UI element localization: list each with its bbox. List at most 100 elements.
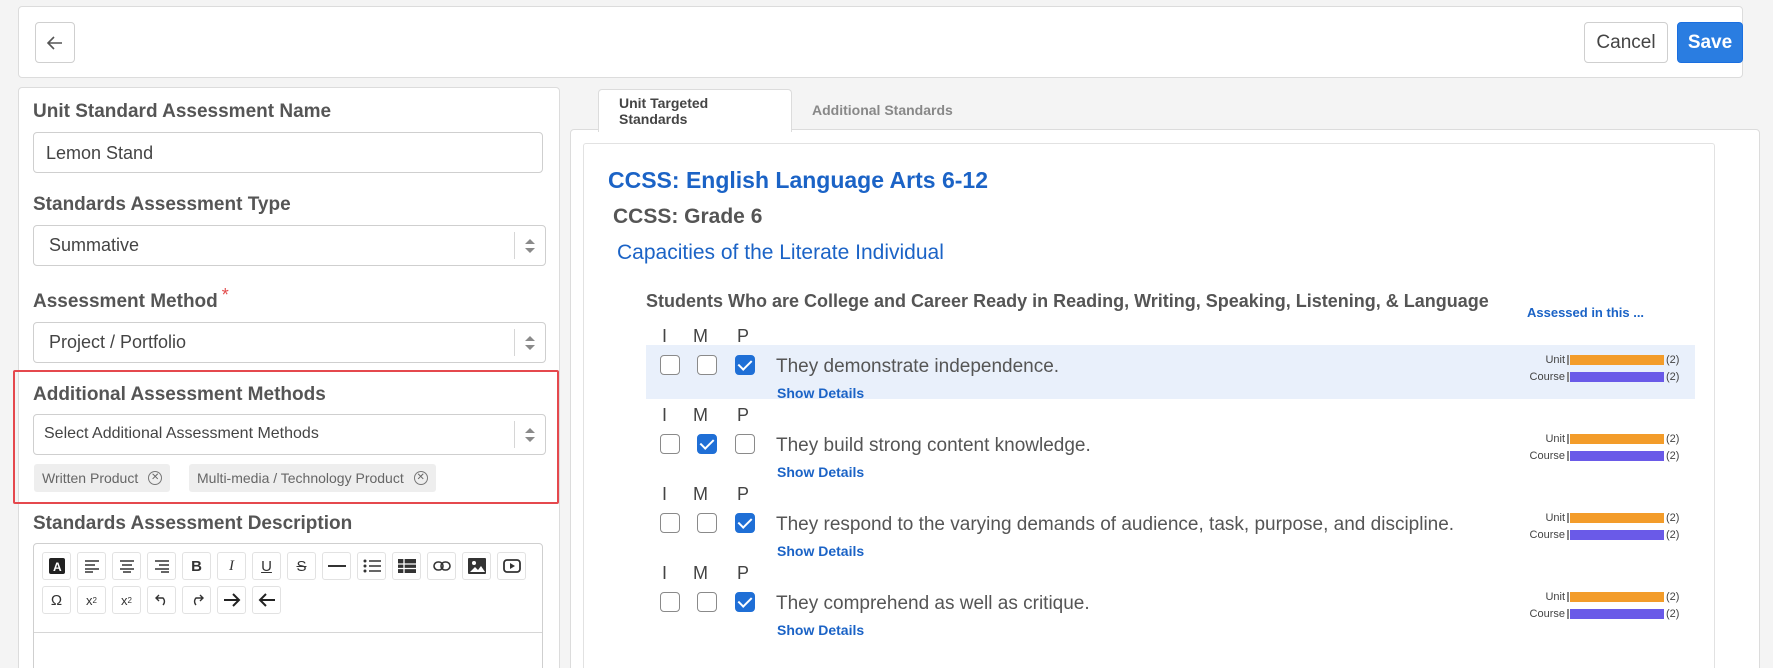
tab-unit-targeted-standards[interactable]: Unit Targeted Standards	[598, 89, 792, 132]
imp-label: M	[693, 326, 708, 346]
horizontal-rule-icon[interactable]	[322, 552, 351, 580]
bar-axis	[1567, 434, 1569, 444]
additional-methods-select[interactable]: Select Additional Assessment Methods	[33, 414, 546, 455]
align-right-icon[interactable]	[147, 552, 176, 580]
text-color-icon[interactable]: A	[42, 552, 71, 580]
grade-heading: CCSS: Grade 6	[613, 205, 763, 228]
show-details-link[interactable]: Show Details	[777, 622, 864, 638]
practiced-checkbox[interactable]	[735, 592, 755, 612]
description-editor[interactable]: A B I U S Ω x2 x2	[33, 543, 543, 668]
chip-label: Multi-media / Technology Product	[197, 470, 404, 486]
course-bar	[1570, 530, 1664, 540]
imp-label: M	[693, 563, 708, 583]
name-label: Unit Standard Assessment Name	[33, 101, 332, 122]
mastered-checkbox[interactable]	[697, 513, 717, 533]
imp-label: P	[737, 484, 750, 504]
imp-label: I	[662, 405, 668, 425]
introduced-checkbox[interactable]	[660, 434, 680, 454]
course-bar-label: Course	[1529, 450, 1565, 462]
select-arrows-icon	[525, 428, 535, 442]
standard-text: They build strong content knowledge.	[776, 435, 1091, 456]
chip-remove-icon[interactable]: ✕	[413, 471, 428, 485]
imp-label: P	[737, 405, 750, 425]
bar-axis	[1567, 372, 1569, 382]
assessed-in-dropdown[interactable]: Assessed in this ...	[1527, 305, 1644, 320]
standard-text: They respond to the varying demands of a…	[776, 514, 1455, 535]
course-bar-label: Course	[1529, 608, 1565, 620]
imp-label: I	[662, 563, 668, 583]
show-details-link[interactable]: Show Details	[777, 385, 864, 401]
introduced-checkbox[interactable]	[660, 513, 680, 533]
svg-text:A: A	[53, 560, 62, 574]
save-button[interactable]: Save	[1677, 22, 1743, 63]
redo-icon[interactable]	[182, 586, 211, 614]
superscript-icon[interactable]: x2	[112, 586, 141, 614]
unit-bar	[1570, 592, 1664, 602]
bar-axis	[1567, 530, 1569, 540]
select-divider	[514, 232, 515, 259]
assessment-name-input[interactable]: Lemon Stand	[33, 132, 543, 173]
table-icon[interactable]	[392, 552, 421, 580]
select-divider	[514, 421, 515, 448]
mastered-checkbox[interactable]	[697, 355, 717, 375]
cancel-button[interactable]: Cancel	[1584, 22, 1668, 63]
image-icon[interactable]	[462, 552, 491, 580]
required-marker: *	[221, 285, 229, 305]
description-label: Standards Assessment Description	[33, 513, 353, 534]
bar-axis	[1567, 592, 1569, 602]
bullet-list-icon[interactable]	[357, 552, 386, 580]
video-icon[interactable]	[497, 552, 526, 580]
course-count: (2)	[1666, 450, 1680, 462]
strikethrough-icon[interactable]: S	[287, 552, 316, 580]
mastered-checkbox[interactable]	[697, 592, 717, 612]
assessment-type-value: Summative	[49, 235, 140, 255]
mastered-checkbox[interactable]	[697, 434, 717, 454]
italic-icon[interactable]: I	[217, 552, 246, 580]
unit-bar-label: Unit	[1545, 591, 1565, 603]
chip-multimedia-product: Multi-media / Technology Product ✕	[189, 464, 436, 492]
link-icon[interactable]	[427, 552, 456, 580]
bar-axis	[1567, 451, 1569, 461]
chip-remove-icon[interactable]: ✕	[148, 471, 163, 485]
select-arrows-icon	[525, 239, 535, 253]
course-bar-label: Course	[1529, 371, 1565, 383]
chip-written-product: Written Product ✕	[34, 464, 171, 492]
undo-icon[interactable]	[147, 586, 176, 614]
align-center-icon[interactable]	[112, 552, 141, 580]
standard-text: They comprehend as well as critique.	[776, 593, 1090, 614]
assessment-type-select[interactable]: Summative	[33, 225, 546, 266]
imp-label: P	[737, 563, 750, 583]
top-bar: Cancel Save	[18, 6, 1743, 78]
unit-bar-label: Unit	[1545, 433, 1565, 445]
framework-heading[interactable]: CCSS: English Language Arts 6-12	[608, 167, 988, 194]
introduced-checkbox[interactable]	[660, 355, 680, 375]
category-heading[interactable]: Capacities of the Literate Individual	[617, 241, 944, 265]
outdent-icon[interactable]	[252, 586, 281, 614]
type-label: Standards Assessment Type	[33, 194, 291, 215]
tab-additional-standards[interactable]: Additional Standards	[792, 89, 973, 130]
underline-icon[interactable]: U	[252, 552, 281, 580]
method-label: Assessment Method *	[33, 285, 229, 312]
back-button[interactable]	[35, 22, 75, 63]
subscript-icon[interactable]: x2	[77, 586, 106, 614]
unit-count: (2)	[1666, 354, 1680, 366]
unit-bar-label: Unit	[1545, 354, 1565, 366]
imp-label: P	[737, 326, 750, 346]
bold-icon[interactable]: B	[182, 552, 211, 580]
indent-icon[interactable]	[217, 586, 246, 614]
align-left-icon[interactable]	[77, 552, 106, 580]
introduced-checkbox[interactable]	[660, 592, 680, 612]
editor-toolbar: A B I U S Ω x2 x2	[42, 552, 536, 620]
course-count: (2)	[1666, 529, 1680, 541]
imp-label: M	[693, 484, 708, 504]
bar-axis	[1567, 513, 1569, 523]
special-char-icon[interactable]: Ω	[42, 586, 71, 614]
show-details-link[interactable]: Show Details	[777, 464, 864, 480]
practiced-checkbox[interactable]	[735, 355, 755, 375]
unit-bar	[1570, 513, 1664, 523]
unit-bar	[1570, 355, 1664, 365]
assessment-method-select[interactable]: Project / Portfolio	[33, 322, 546, 363]
show-details-link[interactable]: Show Details	[777, 543, 864, 559]
practiced-checkbox[interactable]	[735, 434, 755, 454]
practiced-checkbox[interactable]	[735, 513, 755, 533]
